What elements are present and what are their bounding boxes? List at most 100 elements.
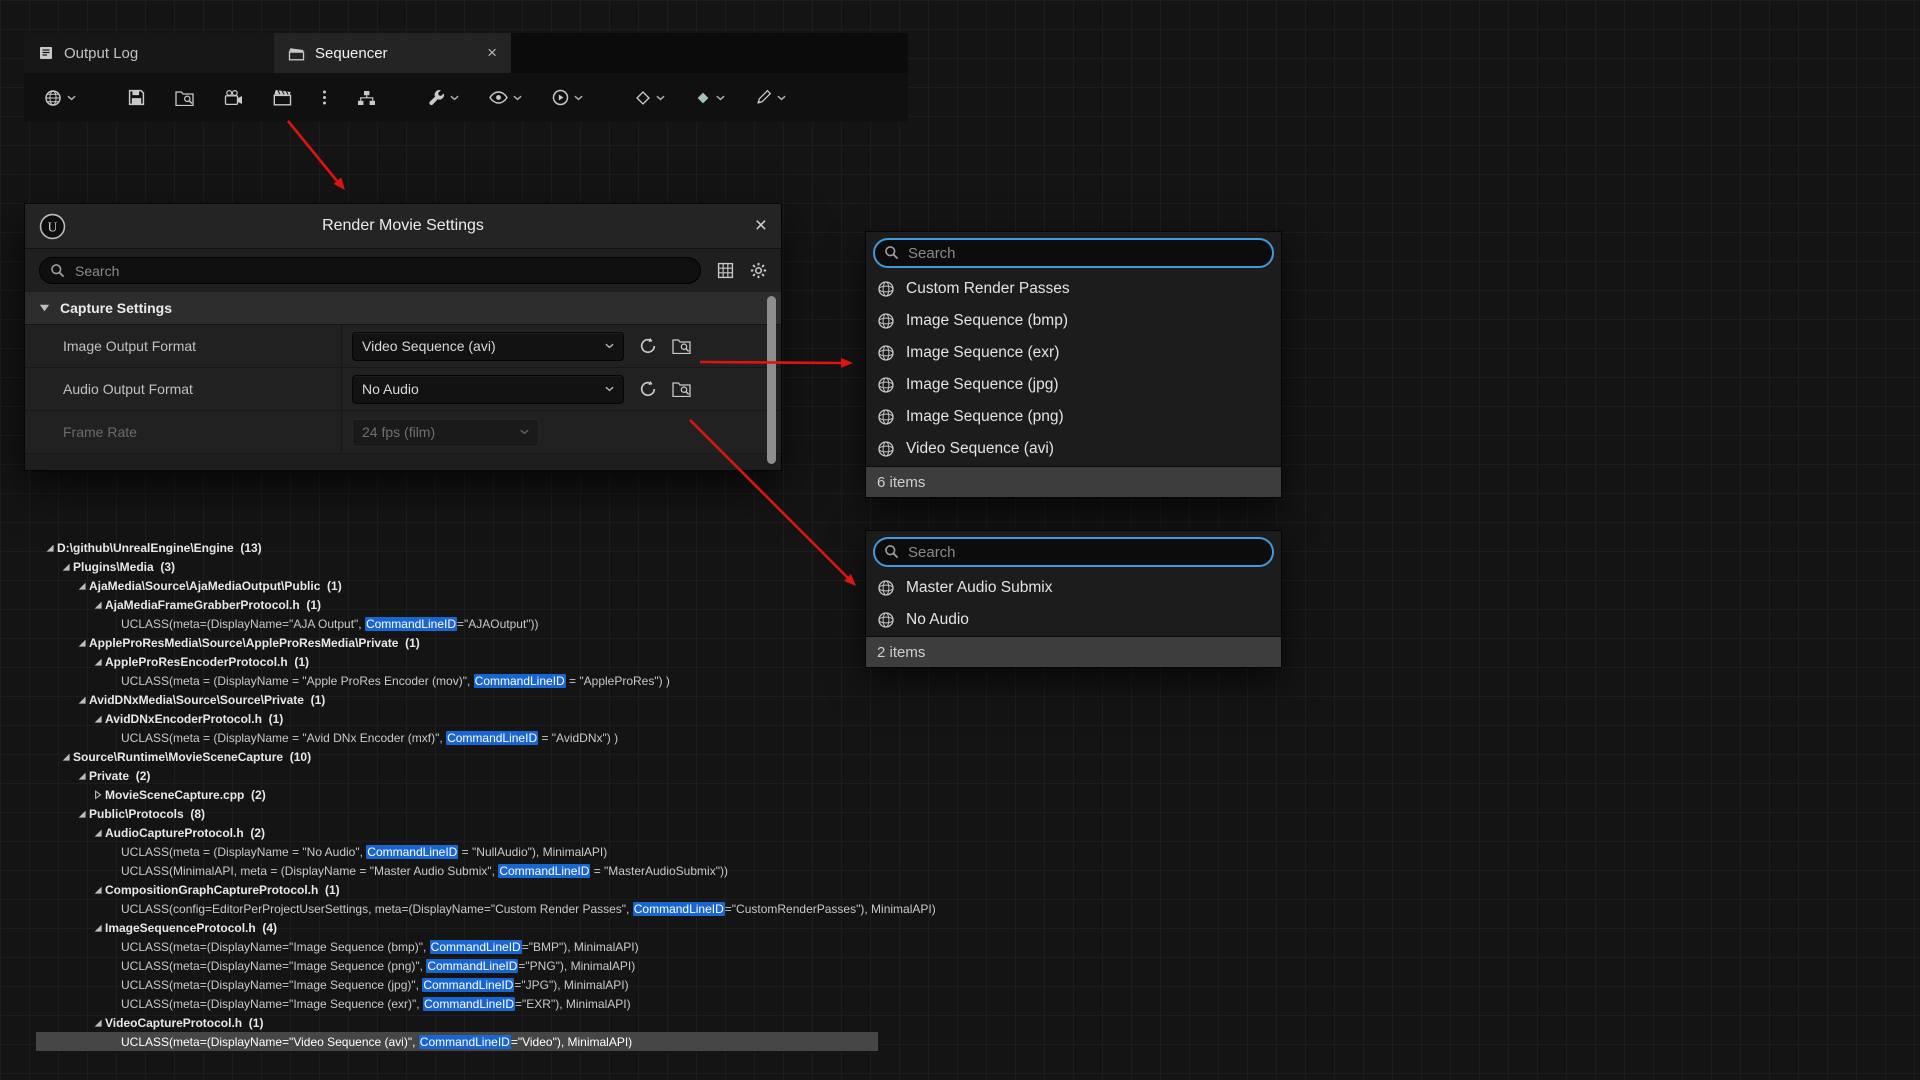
- search-result-code-line[interactable]: UCLASS(meta=(DisplayName="Image Sequence…: [36, 937, 878, 956]
- tri-expanded-icon[interactable]: [90, 923, 105, 933]
- search-result-code-line[interactable]: UCLASS(meta=(DisplayName="Video Sequence…: [36, 1032, 878, 1051]
- tri-expanded-icon[interactable]: [74, 771, 89, 781]
- search-result-node[interactable]: Public\Protocols (8): [36, 804, 878, 823]
- search-result-node[interactable]: AudioCaptureProtocol.h (2): [36, 823, 878, 842]
- tri-collapsed-icon[interactable]: [90, 790, 105, 800]
- search-result-node[interactable]: D:\github\UnrealEngine\Engine (13): [36, 538, 878, 557]
- tri-expanded-icon[interactable]: [90, 1018, 105, 1028]
- popup-item-list: Master Audio SubmixNo Audio: [866, 572, 1281, 636]
- tri-expanded-icon[interactable]: [90, 657, 105, 667]
- settings-search-input[interactable]: [73, 262, 690, 280]
- dropdown-option-image-sequence-exr[interactable]: Image Sequence (exr): [866, 337, 1281, 369]
- tri-expanded-icon[interactable]: [58, 752, 73, 762]
- table-view-icon[interactable]: [717, 262, 734, 279]
- hierarchy-button[interactable]: [357, 90, 376, 106]
- search-result-code-line[interactable]: UCLASS(meta=(DisplayName="AJA Output", C…: [36, 614, 878, 633]
- tri-expanded-icon[interactable]: [90, 885, 105, 895]
- dropdown-option-image-sequence-png[interactable]: Image Sequence (png): [866, 401, 1281, 433]
- tri-expanded-icon[interactable]: [90, 714, 105, 724]
- search-result-code-line[interactable]: UCLASS(meta=(DisplayName="Image Sequence…: [36, 994, 878, 1013]
- tri-expanded-icon[interactable]: [58, 562, 73, 572]
- save-button[interactable]: [128, 89, 145, 106]
- tri-expanded-icon[interactable]: [74, 695, 89, 705]
- search-result-code-line[interactable]: UCLASS(meta=(DisplayName="Image Sequence…: [36, 975, 878, 994]
- keyframe-filled-button[interactable]: [695, 90, 725, 106]
- image-output-format-popup: Custom Render Passes Image Sequence (bmp)…: [865, 231, 1282, 498]
- dropdown-option-image-sequence-bmp[interactable]: Image Sequence (bmp): [866, 305, 1281, 337]
- search-result-node[interactable]: CompositionGraphCaptureProtocol.h (1): [36, 880, 878, 899]
- tab-sequencer[interactable]: Sequencer×: [274, 33, 511, 73]
- chevron-down-icon: [574, 95, 583, 101]
- search-result-node[interactable]: ImageSequenceProtocol.h (4): [36, 918, 878, 937]
- audio-output-format-dropdown[interactable]: No Audio: [352, 375, 624, 404]
- world-button[interactable]: [44, 89, 76, 107]
- tri-expanded-icon[interactable]: [74, 809, 89, 819]
- reset-icon[interactable]: [639, 337, 657, 355]
- tri-expanded-icon[interactable]: [90, 828, 105, 838]
- keyframe-outline-button[interactable]: [635, 90, 665, 106]
- search-result-node[interactable]: Private (2): [36, 766, 878, 785]
- dropdown-option-image-sequence-jpg[interactable]: Image Sequence (jpg): [866, 369, 1281, 401]
- settings-gear-icon[interactable]: [750, 262, 767, 279]
- match-highlight: CommandLineID: [633, 902, 725, 916]
- dialog-scrollbar[interactable]: [767, 296, 776, 464]
- match-highlight: CommandLineID: [430, 940, 522, 954]
- browse-content-button[interactable]: [175, 90, 194, 106]
- settings-rows: Image Output FormatVideo Sequence (avi)A…: [25, 325, 781, 454]
- reset-icon[interactable]: [639, 380, 657, 398]
- search-result-node[interactable]: VideoCaptureProtocol.h (1): [36, 1013, 878, 1032]
- playback-button[interactable]: [552, 89, 583, 106]
- pen-button[interactable]: [755, 89, 786, 106]
- search-result-node[interactable]: AppleProResMedia\Source\AppleProResMedia…: [36, 633, 878, 652]
- camera-button[interactable]: [224, 90, 243, 106]
- search-result-code-line[interactable]: UCLASS(config=EditorPerProjectUserSettin…: [36, 899, 878, 918]
- popup-search-input[interactable]: [873, 238, 1274, 268]
- option-label: Custom Render Passes: [906, 280, 1070, 298]
- tri-expanded-icon[interactable]: [42, 543, 57, 553]
- dialog-title-bar[interactable]: U Render Movie Settings ×: [25, 204, 781, 249]
- search-result-code-line[interactable]: UCLASS(meta = (DisplayName = "Avid DNx E…: [36, 728, 878, 747]
- sphere-icon: [877, 440, 895, 458]
- dropdown-option-video-sequence-avi[interactable]: Video Sequence (avi): [866, 433, 1281, 465]
- search-result-node[interactable]: AjaMediaFrameGrabberProtocol.h (1): [36, 595, 878, 614]
- tab-output-log[interactable]: Output Log: [24, 33, 274, 73]
- search-result-code-line[interactable]: UCLASS(meta = (DisplayName = "Apple ProR…: [36, 671, 878, 690]
- setting-label: Frame Rate: [25, 424, 341, 440]
- tri-expanded-icon[interactable]: [90, 600, 105, 610]
- search-result-node[interactable]: AjaMedia\Source\AjaMediaOutput\Public (1…: [36, 576, 878, 595]
- popup-search-input[interactable]: [873, 537, 1274, 567]
- search-result-node[interactable]: MovieSceneCapture.cpp (2): [36, 785, 878, 804]
- wrench-button[interactable]: [428, 89, 459, 106]
- tri-expanded-icon[interactable]: [74, 581, 89, 591]
- match-highlight: CommandLineID: [423, 997, 515, 1011]
- folder-search-icon[interactable]: [672, 338, 691, 354]
- popup-item-list: Custom Render Passes Image Sequence (bmp)…: [866, 273, 1281, 465]
- search-result-code-line[interactable]: UCLASS(meta = (DisplayName = "No Audio",…: [36, 842, 878, 861]
- search-result-node[interactable]: AvidDNxEncoderProtocol.h (1): [36, 709, 878, 728]
- search-result-code-line[interactable]: UCLASS(meta=(DisplayName="Image Sequence…: [36, 956, 878, 975]
- sphere-icon: [877, 280, 895, 298]
- dialog-title: Render Movie Settings: [25, 217, 781, 235]
- search-result-node[interactable]: Source\Runtime\MovieSceneCapture (10): [36, 747, 878, 766]
- sphere-icon: [877, 376, 895, 394]
- capture-settings-section-header[interactable]: Capture Settings: [25, 292, 781, 325]
- close-tab-icon[interactable]: ×: [487, 43, 497, 63]
- eye-button[interactable]: [489, 91, 522, 104]
- match-highlight: CommandLineID: [365, 617, 457, 631]
- dropdown-option-master-audio-submix[interactable]: Master Audio Submix: [866, 572, 1281, 604]
- clapperboard-button[interactable]: [273, 89, 292, 106]
- ellipsis-button[interactable]: [322, 89, 327, 106]
- dropdown-option-custom-render-passes[interactable]: Custom Render Passes: [866, 273, 1281, 305]
- image-output-format-dropdown[interactable]: Video Sequence (avi): [352, 332, 624, 361]
- search-result-node[interactable]: AvidDNxMedia\Source\Source\Private (1): [36, 690, 878, 709]
- search-result-node[interactable]: Plugins\Media (3): [36, 557, 878, 576]
- tri-expanded-icon[interactable]: [74, 638, 89, 648]
- sequencer-toolbar: [24, 73, 908, 122]
- folder-search-icon[interactable]: [672, 381, 691, 397]
- close-dialog-icon[interactable]: ×: [755, 214, 767, 238]
- search-result-node[interactable]: AppleProResEncoderProtocol.h (1): [36, 652, 878, 671]
- dropdown-option-no-audio[interactable]: No Audio: [866, 604, 1281, 636]
- settings-search-box[interactable]: [39, 257, 701, 284]
- chevron-down-icon: [656, 95, 665, 101]
- search-result-code-line[interactable]: UCLASS(MinimalAPI, meta = (DisplayName =…: [36, 861, 878, 880]
